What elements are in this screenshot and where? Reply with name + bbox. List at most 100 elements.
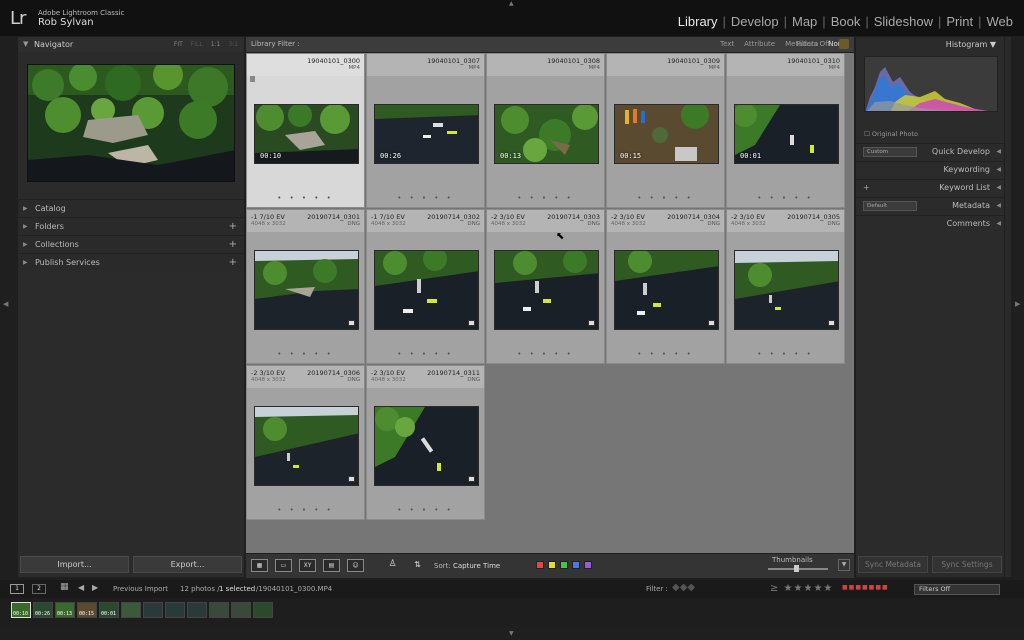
toolbar-options-icon[interactable]: ▼ [838, 559, 850, 571]
survey-view-icon[interactable]: ▤ [323, 559, 340, 572]
collapse-bottom-arrow-icon[interactable]: ▼ [509, 630, 514, 637]
rating-dots[interactable]: • • • • • [487, 350, 604, 358]
sort-dropdown[interactable]: Capture Time [453, 562, 500, 570]
back-arrow-icon[interactable]: ◀ [78, 583, 84, 592]
grid-cell[interactable]: 19040101_0310 MP4 00:01 • • • • • [726, 53, 845, 208]
flag-filter-icons[interactable]: ◆◆◆ [672, 582, 695, 593]
photo-thumbnail[interactable] [614, 250, 719, 330]
zoom-fill[interactable]: FILL [191, 37, 203, 52]
lock-icon[interactable] [839, 39, 849, 49]
rating-dots[interactable]: • • • • • [487, 194, 604, 202]
photo-thumbnail[interactable]: 00:15 [614, 104, 719, 164]
grid-cell[interactable]: -2 3/10 EV 4048 x 3032 20190714_0305 DNG • •… [726, 209, 845, 364]
zoom-1-1[interactable]: 1:1 [211, 37, 221, 52]
grid-icon[interactable]: ▦ [60, 582, 69, 592]
sort-direction-icon[interactable]: ⇅ [409, 559, 426, 572]
photo-thumbnail[interactable] [374, 406, 479, 486]
rating-dots[interactable]: • • • • • [607, 350, 724, 358]
rating-filter-stars[interactable]: ≥ ★★★★★ [770, 583, 833, 594]
collapse-right-arrow-icon[interactable]: ▶ [1015, 300, 1020, 308]
flag-icon[interactable] [250, 76, 255, 82]
photo-thumbnail[interactable] [254, 250, 359, 330]
add-collection-icon[interactable]: + [229, 236, 237, 254]
section-catalog[interactable]: ▶ Catalog [18, 199, 244, 217]
filter-presets[interactable]: Filters Off [796, 40, 830, 48]
filter-tab-attribute[interactable]: Attribute [744, 40, 775, 48]
color-label-swatch[interactable] [572, 561, 580, 569]
secondary-window-button[interactable]: 2 [32, 584, 46, 594]
forward-arrow-icon[interactable]: ▶ [92, 583, 98, 592]
grid-view-icon[interactable]: ▦ [251, 559, 268, 572]
add-folder-icon[interactable]: + [229, 218, 237, 236]
compare-view-icon[interactable]: XY [299, 559, 316, 572]
section-folders[interactable]: ▶ Folders + [18, 217, 244, 235]
edited-badge-icon[interactable] [468, 476, 475, 482]
grid-cell[interactable]: -2 3/10 EV 4048 x 3032 20190714_0304 DNG • •… [606, 209, 725, 364]
filmstrip-thumb[interactable]: 00:01 [99, 602, 119, 618]
module-print[interactable]: Print [941, 14, 978, 29]
import-button[interactable]: Import... [20, 556, 129, 573]
edited-badge-icon[interactable] [828, 320, 835, 326]
saved-preset-dropdown[interactable]: Custom [863, 147, 917, 157]
grid-cell[interactable]: -2 3/10 EV 4048 x 3032 20190714_0306 DNG • •… [246, 365, 365, 520]
rating-dots[interactable]: • • • • • [607, 194, 724, 202]
edited-badge-icon[interactable] [708, 320, 715, 326]
photo-thumbnail[interactable] [494, 250, 599, 330]
rating-dots[interactable]: • • • • • [247, 506, 364, 514]
thumbnail-slider-handle[interactable] [794, 565, 799, 572]
source-name[interactable]: Previous Import [113, 585, 168, 593]
module-web[interactable]: Web [982, 14, 1019, 29]
grid-cell[interactable]: -2 3/10 EV 4048 x 3032 20190714_0311 DNG • •… [366, 365, 485, 520]
filmstrip-thumb[interactable] [187, 602, 207, 618]
grid-cell[interactable]: 19040101_0307 MP4 00:26 • • • • • [366, 53, 485, 208]
collapse-left-arrow-icon[interactable]: ◀ [3, 300, 8, 308]
photo-thumbnail[interactable]: 00:01 [734, 104, 839, 164]
module-map[interactable]: Map [787, 14, 822, 29]
filmstrip-thumb[interactable]: 00:15 [77, 602, 97, 618]
module-slideshow[interactable]: Slideshow [869, 14, 938, 29]
rating-dots[interactable]: • • • • • [247, 350, 364, 358]
filmstrip-thumb[interactable]: 00:13 [55, 602, 75, 618]
module-develop[interactable]: Develop [726, 14, 784, 29]
filmstrip-thumb[interactable] [209, 602, 229, 618]
zoom-3-1[interactable]: 3:1 [228, 37, 238, 52]
color-label-swatch[interactable] [560, 561, 568, 569]
rating-dots[interactable]: • • • • • [367, 506, 484, 514]
edited-badge-icon[interactable] [348, 476, 355, 482]
photo-thumbnail[interactable] [254, 406, 359, 486]
sync-settings-button[interactable]: Sync Settings [932, 556, 1002, 573]
selected-file[interactable]: /19040101_0300.MP4 [256, 585, 332, 593]
color-filter-icons[interactable]: ■■■■■■■ [842, 584, 889, 591]
grid-cell[interactable]: -1 7/10 EV 4048 x 3032 20190714_0301 DNG • •… [246, 209, 365, 364]
edited-badge-icon[interactable] [468, 320, 475, 326]
keywording-header[interactable]: Keywording ◀ [856, 161, 1004, 177]
quick-develop-header[interactable]: Custom Quick Develop ◀ [856, 143, 1004, 159]
rating-dots[interactable]: • • • • • [727, 194, 844, 202]
section-collections[interactable]: ▶ Collections + [18, 235, 244, 253]
navigator-header[interactable]: ▼ Navigator FIT FILL 1:1 3:1 [18, 37, 244, 52]
filmstrip-filter-dropdown[interactable]: Filters Off [914, 584, 1000, 595]
grid-cell[interactable]: -2 3/10 EV 4048 x 3032 20190714_0303 DNG • •… [486, 209, 605, 364]
main-window-button[interactable]: 1 [10, 584, 24, 594]
module-book[interactable]: Book [826, 14, 866, 29]
edited-badge-icon[interactable] [348, 320, 355, 326]
rating-dots[interactable]: • • • • • [367, 350, 484, 358]
metadata-preset-dropdown[interactable]: Default [863, 201, 917, 211]
photo-thumbnail[interactable]: 00:13 [494, 104, 599, 164]
sync-metadata-button[interactable]: Sync Metadata [858, 556, 928, 573]
add-publish-service-icon[interactable]: + [229, 254, 237, 272]
filmstrip-thumb[interactable] [165, 602, 185, 618]
photo-thumbnail[interactable]: 00:26 [374, 104, 479, 164]
painter-icon[interactable]: ♙ [384, 559, 401, 572]
color-label-swatch[interactable] [584, 561, 592, 569]
rating-dots[interactable]: • • • • • [727, 350, 844, 358]
photo-thumbnail[interactable] [374, 250, 479, 330]
add-keyword-icon[interactable]: + [863, 180, 870, 196]
grid-cell[interactable]: 19040101_0308 MP4 00:13 • • • • • [486, 53, 605, 208]
grid-cell[interactable]: 19040101_0309 MP4 00:15 • • • • • [606, 53, 725, 208]
module-library[interactable]: Library [673, 14, 723, 29]
filmstrip-thumb[interactable]: 00:10 [11, 602, 31, 618]
metadata-header[interactable]: Default Metadata ◀ [856, 197, 1004, 213]
filter-tab-text[interactable]: Text [720, 40, 734, 48]
zoom-fit[interactable]: FIT [174, 37, 183, 52]
